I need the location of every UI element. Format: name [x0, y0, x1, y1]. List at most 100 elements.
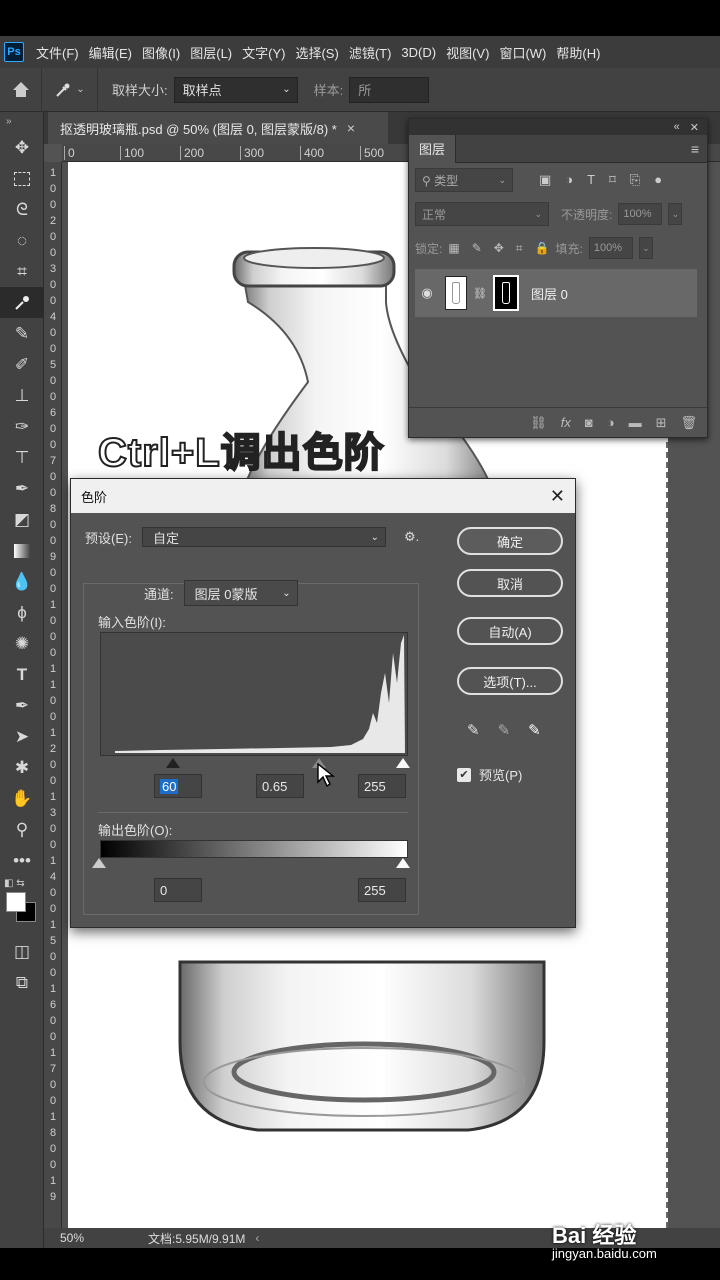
- stamp-tool-icon[interactable]: ⊤: [0, 442, 44, 473]
- menu-image[interactable]: 图像(I): [142, 43, 180, 62]
- tool-preset-picker[interactable]: ⌄: [42, 67, 98, 112]
- filter-toggle-icon[interactable]: ●: [654, 172, 662, 188]
- gradient-tool-icon[interactable]: [0, 535, 44, 566]
- chevron-down-icon[interactable]: ⌄: [638, 237, 653, 259]
- dodge-tool-icon[interactable]: ϕ: [0, 597, 44, 628]
- brush-tool-icon[interactable]: ✐: [0, 349, 44, 380]
- sponge-tool-icon[interactable]: ✺: [0, 628, 44, 659]
- layer-row[interactable]: ◉ ⛓ 图层 0: [415, 269, 697, 317]
- lasso-tool-icon[interactable]: ᘓ: [0, 194, 44, 225]
- input-black-field[interactable]: 60: [154, 774, 202, 798]
- clone-stamp-tool-icon[interactable]: ⊥: [0, 380, 44, 411]
- close-icon[interactable]: ×: [347, 120, 355, 136]
- status-menu-arrow[interactable]: ‹: [255, 1231, 259, 1245]
- input-gamma-field[interactable]: 0.65: [256, 774, 304, 798]
- hand-tool-icon[interactable]: ✋: [0, 783, 44, 814]
- cancel-button[interactable]: 取消: [457, 569, 563, 597]
- input-white-slider[interactable]: [396, 758, 410, 768]
- color-swatches[interactable]: ◧ ⇆: [0, 876, 44, 936]
- adjustment-layer-icon[interactable]: ◑: [607, 415, 615, 430]
- crop-tool-icon[interactable]: ⌗: [0, 256, 44, 287]
- shape-filter-icon[interactable]: ⌑: [609, 172, 616, 188]
- healing-brush-tool-icon[interactable]: ✎: [0, 318, 44, 349]
- zoom-level[interactable]: 50%: [44, 1231, 124, 1245]
- menu-3d[interactable]: 3D(D): [401, 45, 436, 60]
- smart-object-filter-icon[interactable]: ⎘: [630, 172, 640, 188]
- preview-checkbox-row[interactable]: ✔ 预览(P): [457, 765, 522, 784]
- quick-mask-icon[interactable]: ◫: [0, 936, 44, 967]
- quick-select-tool-icon[interactable]: ◌: [0, 225, 44, 256]
- pixel-filter-icon[interactable]: ▣: [539, 172, 551, 188]
- white-point-eyedropper-icon[interactable]: ✎: [528, 721, 541, 739]
- menu-help[interactable]: 帮助(H): [556, 43, 600, 62]
- delete-layer-icon[interactable]: 🗑: [680, 415, 697, 431]
- new-layer-icon[interactable]: ⊞: [656, 415, 667, 431]
- link-layers-icon[interactable]: ⛓: [530, 415, 547, 431]
- menu-layer[interactable]: 图层(L): [190, 43, 232, 62]
- close-icon[interactable]: ✕: [550, 486, 565, 507]
- layer-style-icon[interactable]: fx: [561, 415, 571, 430]
- lock-transparent-icon[interactable]: ▦: [448, 241, 459, 256]
- panel-menu-icon[interactable]: ≡: [691, 141, 707, 157]
- home-button[interactable]: [0, 67, 42, 112]
- document-tab[interactable]: 抠透明玻璃瓶.psd @ 50% (图层 0, 图层蒙版/8) * ×: [48, 112, 388, 144]
- eraser-tool-icon[interactable]: ◩: [0, 504, 44, 535]
- menu-type[interactable]: 文字(Y): [242, 43, 285, 62]
- output-black-slider[interactable]: [92, 858, 106, 868]
- screen-mode-icon[interactable]: ⧉: [0, 967, 44, 998]
- sample-size-select[interactable]: 取样点 ⌄: [173, 76, 298, 103]
- preview-checkbox[interactable]: ✔: [457, 767, 471, 782]
- collapse-panel-icon[interactable]: «: [674, 121, 680, 133]
- zoom-tool-icon[interactable]: ⚲: [0, 814, 44, 845]
- layer-filter-select[interactable]: ⚲ 类型 ⌄: [415, 168, 513, 192]
- input-white-field[interactable]: 255: [358, 774, 406, 798]
- add-mask-icon[interactable]: ◙: [585, 415, 593, 430]
- more-tools-icon[interactable]: •••: [0, 845, 44, 876]
- input-black-slider[interactable]: [166, 758, 180, 768]
- black-point-eyedropper-icon[interactable]: ✎: [467, 721, 480, 739]
- marquee-tool-icon[interactable]: [0, 163, 44, 194]
- blur-tool-icon[interactable]: 💧: [0, 566, 44, 597]
- collapse-icon[interactable]: »: [0, 112, 43, 132]
- blend-mode-select[interactable]: 正常 ⌄: [415, 202, 549, 226]
- type-filter-icon[interactable]: T: [587, 172, 595, 188]
- channel-select[interactable]: 图层 0蒙版 ⌄: [183, 580, 298, 606]
- pen-tool-icon[interactable]: ✒: [0, 690, 44, 721]
- preset-select[interactable]: 自定 ⌄: [141, 527, 386, 547]
- eyedropper-tool-icon[interactable]: [0, 287, 44, 318]
- fill-input[interactable]: 100%: [588, 237, 633, 259]
- lock-all-icon[interactable]: 🔒: [535, 241, 550, 256]
- swap-colors-icon[interactable]: ◧ ⇆: [4, 878, 25, 889]
- menu-view[interactable]: 视图(V): [446, 43, 489, 62]
- opacity-input[interactable]: 100%: [618, 203, 663, 225]
- chevron-down-icon[interactable]: ⌄: [668, 203, 683, 225]
- move-tool-icon[interactable]: ✥: [0, 132, 44, 163]
- options-button[interactable]: 选项(T)...: [457, 667, 563, 695]
- menu-filter[interactable]: 滤镜(T): [349, 43, 392, 62]
- menu-select[interactable]: 选择(S): [295, 43, 338, 62]
- output-white-slider[interactable]: [396, 858, 410, 868]
- mask-link-icon[interactable]: ⛓: [473, 287, 487, 300]
- menu-window[interactable]: 窗口(W): [499, 43, 546, 62]
- gray-point-eyedropper-icon[interactable]: ✎: [498, 721, 511, 739]
- path-select-tool-icon[interactable]: ➤: [0, 721, 44, 752]
- shape-tool-icon[interactable]: ✱: [0, 752, 44, 783]
- menu-file[interactable]: 文件(F): [36, 43, 79, 62]
- layer-mask-thumbnail[interactable]: [492, 275, 519, 311]
- type-tool-icon[interactable]: T: [0, 659, 44, 690]
- tab-layers[interactable]: 图层: [409, 134, 457, 163]
- visibility-eye-icon[interactable]: ◉: [415, 285, 439, 301]
- history-brush-tool-icon[interactable]: ✑: [0, 411, 44, 442]
- lock-position-icon[interactable]: ✥: [494, 241, 504, 256]
- auto-button[interactable]: 自动(A): [457, 617, 563, 645]
- close-icon[interactable]: ✕: [690, 121, 699, 134]
- foreground-color-swatch[interactable]: [6, 892, 26, 912]
- sample-select[interactable]: 所: [349, 76, 430, 103]
- output-black-field[interactable]: 0: [154, 878, 202, 902]
- output-white-field[interactable]: 255: [358, 878, 406, 902]
- ok-button[interactable]: 确定: [457, 527, 563, 555]
- menu-edit[interactable]: 编辑(E): [89, 43, 132, 62]
- lock-artboard-icon[interactable]: ⌗: [516, 241, 523, 256]
- adjustment-filter-icon[interactable]: ◑: [565, 172, 573, 188]
- new-group-icon[interactable]: ▬: [629, 415, 642, 430]
